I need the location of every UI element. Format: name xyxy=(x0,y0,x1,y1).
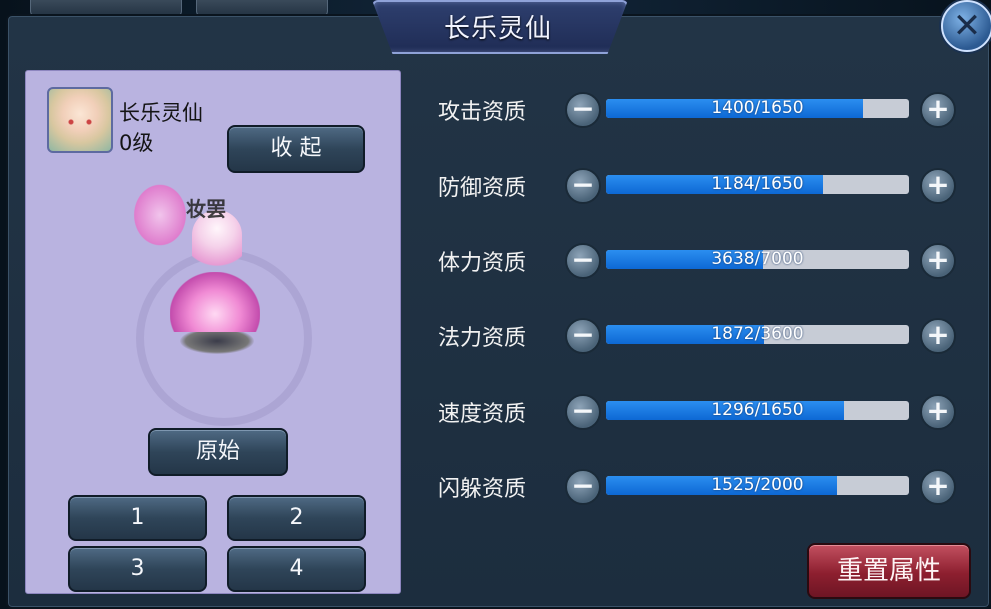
collapse-button[interactable]: 收 起 xyxy=(227,125,365,173)
minus-icon: − xyxy=(571,318,595,351)
increase-button[interactable]: + xyxy=(920,92,956,128)
increase-button[interactable]: + xyxy=(920,394,956,430)
plus-icon: + xyxy=(926,92,950,125)
dialog-title: 长乐灵仙 xyxy=(443,14,552,44)
stat-label: 攻击资质 xyxy=(438,100,527,125)
slot-button-4[interactable]: 4 xyxy=(227,546,366,592)
plus-icon: + xyxy=(926,469,950,502)
decrease-button[interactable]: − xyxy=(565,318,601,354)
stat-row: 攻击资质 − 1400/1650 + xyxy=(0,92,991,132)
stat-label: 闪躲资质 xyxy=(438,477,527,502)
plus-icon: + xyxy=(926,318,950,351)
stat-value-text: 1525/2000 xyxy=(711,476,804,495)
stat-progress-bar: 1525/2000 xyxy=(606,476,909,495)
stat-row: 体力资质 − 3638/7000 + xyxy=(0,243,991,283)
increase-button[interactable]: + xyxy=(920,318,956,354)
decrease-button[interactable]: − xyxy=(565,469,601,505)
plus-icon: + xyxy=(926,394,950,427)
stat-label: 法力资质 xyxy=(438,326,527,351)
decrease-button[interactable]: − xyxy=(565,168,601,204)
minus-icon: − xyxy=(571,243,595,276)
stat-progress-bar: 1184/1650 xyxy=(606,175,909,194)
stat-label: 防御资质 xyxy=(438,176,527,201)
close-icon: ✕ xyxy=(952,6,982,46)
stat-progress-bar: 1872/3600 xyxy=(606,325,909,344)
stat-value-text: 1400/1650 xyxy=(711,99,804,118)
minus-icon: − xyxy=(571,168,595,201)
stat-label: 体力资质 xyxy=(438,251,527,276)
minus-icon: − xyxy=(571,394,595,427)
decrease-button[interactable]: − xyxy=(565,92,601,128)
stat-progress-bar: 3638/7000 xyxy=(606,250,909,269)
stat-row: 防御资质 − 1184/1650 + xyxy=(0,168,991,208)
plus-icon: + xyxy=(926,168,950,201)
stat-row: 法力资质 − 1872/3600 + xyxy=(0,318,991,358)
stat-value-text: 1872/3600 xyxy=(711,325,804,344)
increase-button[interactable]: + xyxy=(920,469,956,505)
stat-value-text: 3638/7000 xyxy=(711,250,804,269)
stat-row: 速度资质 − 1296/1650 + xyxy=(0,394,991,434)
stat-row: 闪躲资质 − 1525/2000 + xyxy=(0,469,991,509)
plus-icon: + xyxy=(926,243,950,276)
slot-button-3[interactable]: 3 xyxy=(68,546,207,592)
decrease-button[interactable]: − xyxy=(565,243,601,279)
stat-progress-bar: 1400/1650 xyxy=(606,99,909,118)
reset-attributes-button[interactable]: 重置属性 xyxy=(807,543,971,599)
stat-progress-bar: 1296/1650 xyxy=(606,401,909,420)
stat-value-text: 1184/1650 xyxy=(711,175,804,194)
stat-label: 速度资质 xyxy=(438,402,527,427)
minus-icon: − xyxy=(571,92,595,125)
minus-icon: − xyxy=(571,469,595,502)
increase-button[interactable]: + xyxy=(920,243,956,279)
close-button[interactable]: ✕ xyxy=(941,0,991,52)
decrease-button[interactable]: − xyxy=(565,394,601,430)
stat-value-text: 1296/1650 xyxy=(711,401,804,420)
increase-button[interactable]: + xyxy=(920,168,956,204)
